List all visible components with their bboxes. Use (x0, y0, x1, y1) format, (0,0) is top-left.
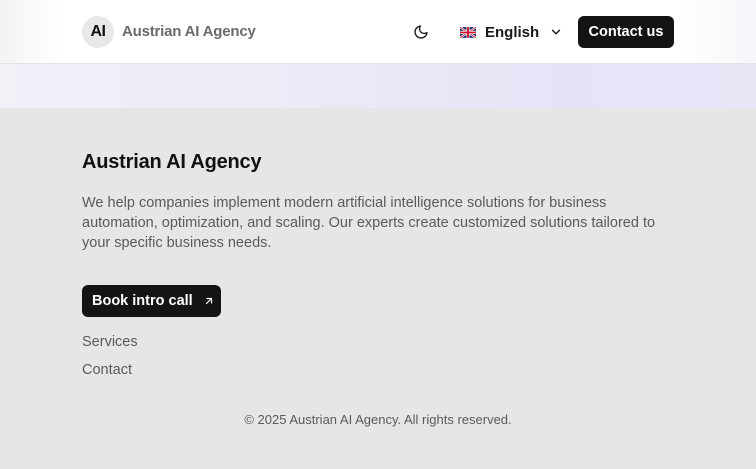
contact-us-button[interactable]: Contact us (578, 16, 674, 48)
book-intro-call-button[interactable]: Book intro call (82, 285, 221, 317)
language-label: English (485, 23, 540, 41)
logo-badge[interactable]: AI (82, 16, 114, 48)
footer-link-contact[interactable]: Contact (82, 362, 132, 378)
brand-name[interactable]: Austrian AI Agency (122, 23, 256, 40)
chevron-down-icon (549, 25, 563, 39)
language-selector[interactable]: English (452, 16, 564, 48)
top-navbar: AI Austrian AI Agency English Contact us (0, 0, 756, 64)
footer-link-services[interactable]: Services (82, 334, 138, 350)
arrow-up-right-icon (203, 295, 215, 307)
footer-description: We help companies implement modern artif… (82, 195, 656, 251)
moon-icon (414, 25, 428, 39)
book-intro-call-label: Book intro call (92, 293, 193, 309)
uk-flag-icon (460, 26, 476, 38)
footer-title: Austrian AI Agency (82, 151, 262, 173)
copyright-text: © 2025 Austrian AI Agency. All rights re… (244, 412, 512, 427)
theme-toggle-button[interactable] (405, 16, 437, 48)
